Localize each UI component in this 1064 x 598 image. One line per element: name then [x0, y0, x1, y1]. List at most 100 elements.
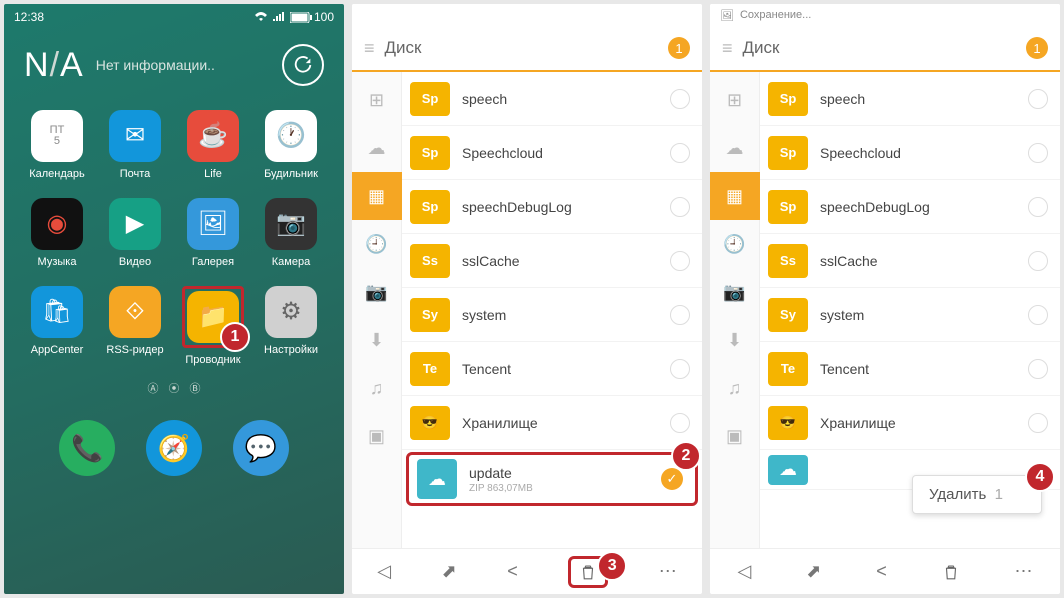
move-icon[interactable]: ⬈	[806, 561, 821, 582]
file-row[interactable]: Sp Speechcloud	[402, 126, 702, 180]
file-row[interactable]: 😎 Хранилище	[760, 396, 1060, 450]
more-icon[interactable]: ⋯	[659, 561, 677, 582]
checkbox-empty[interactable]	[670, 143, 690, 163]
sidebar-item-2[interactable]: ▦	[352, 172, 402, 220]
file-row[interactable]: Sp Speechcloud	[760, 126, 1060, 180]
sidebar-item-3[interactable]: 🕘	[352, 220, 402, 268]
mail-icon: ✉	[109, 110, 161, 162]
file-row[interactable]: Te Tencent	[760, 342, 1060, 396]
sidebar-item-1[interactable]: ☁	[352, 124, 402, 172]
share-icon[interactable]: <	[507, 561, 518, 582]
trash-icon[interactable]	[942, 563, 960, 581]
checkbox-checked[interactable]: ✓	[661, 468, 683, 490]
phone-icon[interactable]: 📞	[59, 420, 115, 476]
checkbox-empty[interactable]	[670, 305, 690, 325]
sms-icon[interactable]: 💬	[233, 420, 289, 476]
checkbox-empty[interactable]	[670, 251, 690, 271]
file-row[interactable]: Sp speechDebugLog	[760, 180, 1060, 234]
na-text: N/A	[24, 46, 84, 85]
appcenter-icon: 🛍	[31, 286, 83, 338]
file-row[interactable]: Sp speechDebugLog	[402, 180, 702, 234]
back-icon[interactable]: ◁	[737, 561, 751, 582]
signal-icon	[272, 11, 286, 23]
app-camera-icon[interactable]: 📷Камера	[256, 198, 326, 268]
sidebar-item-0[interactable]: ⊞	[352, 76, 402, 124]
file-row[interactable]: Sp speech	[402, 72, 702, 126]
file-row[interactable]: Te Tencent	[402, 342, 702, 396]
app-calendar-icon[interactable]: ПТ 5Календарь	[22, 110, 92, 180]
folder-icon: Sp	[410, 190, 450, 224]
checkbox-empty[interactable]	[670, 197, 690, 217]
app-mail-icon[interactable]: ✉Почта	[100, 110, 170, 180]
share-icon[interactable]: <	[876, 561, 887, 582]
app-label: Камера	[272, 256, 310, 268]
file-row[interactable]: Ss sslCache	[402, 234, 702, 288]
file-row[interactable]: Sy system	[402, 288, 702, 342]
checkbox-empty[interactable]	[1028, 413, 1048, 433]
calendar-icon: ПТ 5	[31, 110, 83, 162]
gallery-icon: 🖼	[187, 198, 239, 250]
checkbox-empty[interactable]	[1028, 359, 1048, 379]
mini-statusbar	[352, 4, 702, 26]
trash-icon[interactable]: 3	[568, 556, 608, 588]
checkbox-empty[interactable]	[670, 413, 690, 433]
app-alarm-icon[interactable]: 🕐Будильник	[256, 110, 326, 180]
fm-header: ≡ Диск 1	[352, 26, 702, 72]
menu-icon[interactable]: ≡	[364, 38, 375, 59]
checkbox-empty[interactable]	[670, 359, 690, 379]
home-screen: 12:38 100 N/A Нет информации.. ПТ 5Кален…	[4, 4, 344, 594]
file-row[interactable]: Sp speech	[760, 72, 1060, 126]
file-row[interactable]: Ss sslCache	[760, 234, 1060, 288]
app-video-icon[interactable]: ▶Видео	[100, 198, 170, 268]
dot-center: ⦿	[169, 380, 180, 396]
sidebar-item-5[interactable]: ⬇	[352, 316, 402, 364]
menu-icon[interactable]: ≡	[722, 38, 733, 59]
sidebar-item-6[interactable]: ♫	[710, 364, 760, 412]
move-icon[interactable]: ⬈	[442, 561, 457, 582]
app-label: Видео	[119, 256, 151, 268]
sidebar-item-0[interactable]: ⊞	[710, 76, 760, 124]
browser-icon[interactable]: 🧭	[146, 420, 202, 476]
sidebar-item-5[interactable]: ⬇	[710, 316, 760, 364]
file-row[interactable]: Sy system	[760, 288, 1060, 342]
checkbox-empty[interactable]	[1028, 305, 1048, 325]
sidebar-item-7[interactable]: ▣	[352, 412, 402, 460]
sidebar-item-6[interactable]: ♫	[352, 364, 402, 412]
app-rss-icon[interactable]: ⟐RSS-ридер	[100, 286, 170, 366]
sidebar-item-4[interactable]: 📷	[710, 268, 760, 316]
file-name-label: Хранилище	[462, 415, 658, 431]
sidebar-item-7[interactable]: ▣	[710, 412, 760, 460]
settings-icon: ⚙	[265, 286, 317, 338]
checkbox-empty[interactable]	[1028, 89, 1048, 109]
app-gallery-icon[interactable]: 🖼Галерея	[178, 198, 248, 268]
file-row-update[interactable]: ☁ update ZIP 863,07MB ✓ 2	[406, 452, 698, 506]
fm-title: Диск	[743, 38, 780, 58]
checkbox-empty[interactable]	[1028, 197, 1048, 217]
more-icon[interactable]: ⋯	[1015, 561, 1033, 582]
app-appcenter-icon[interactable]: 🛍 AppCenter	[22, 286, 92, 366]
checkbox-empty[interactable]	[1028, 251, 1048, 271]
fm-title: Диск	[385, 38, 422, 58]
sidebar-item-4[interactable]: 📷	[352, 268, 402, 316]
no-info-text: Нет информации..	[96, 57, 215, 73]
file-row[interactable]: 😎 Хранилище	[402, 396, 702, 450]
checkbox-empty[interactable]	[670, 89, 690, 109]
checkbox-empty[interactable]	[1028, 143, 1048, 163]
app-music-icon[interactable]: ◉Музыка	[22, 198, 92, 268]
sidebar-item-3[interactable]: 🕘	[710, 220, 760, 268]
saving-text: Сохранение...	[740, 9, 811, 21]
file-name-label: Хранилище	[820, 415, 1016, 431]
refresh-button[interactable]	[282, 44, 324, 86]
app-settings-icon[interactable]: ⚙Настройки	[256, 286, 326, 366]
delete-popup[interactable]: Удалить 1 4	[912, 475, 1042, 514]
folder-icon: Te	[410, 352, 450, 386]
back-icon[interactable]: ◁	[377, 561, 391, 582]
sidebar-item-1[interactable]: ☁	[710, 124, 760, 172]
sidebar-item-2[interactable]: ▦	[710, 172, 760, 220]
music-icon: ◉	[31, 198, 83, 250]
zip-file-icon: ☁	[417, 459, 457, 499]
app-explorer-icon[interactable]: 📁Проводник1	[178, 286, 248, 366]
app-life-icon[interactable]: ☕Life	[178, 110, 248, 180]
file-name-label: sslCache	[820, 253, 1016, 269]
app-label: AppCenter	[31, 344, 84, 356]
